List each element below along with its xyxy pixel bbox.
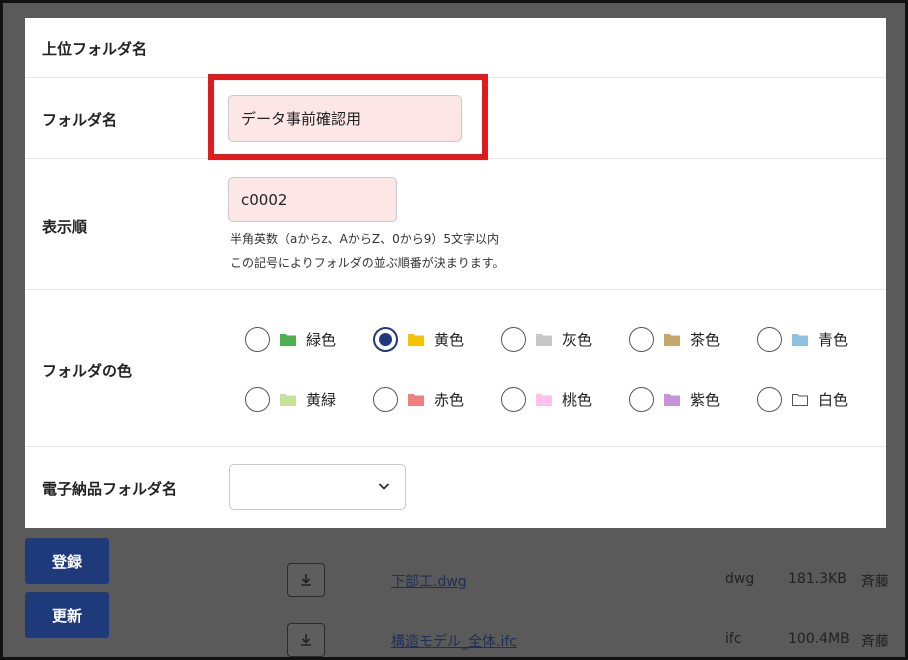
file-link[interactable]: 構造モデル_全体.ifc xyxy=(391,631,517,651)
folder-color-label: フォルダの色 xyxy=(42,362,133,380)
parent-folder-label: 上位フォルダ名 xyxy=(42,40,148,58)
file-user: 斉藤 xyxy=(861,634,889,650)
folder-icon xyxy=(536,333,552,346)
file-user: 斉藤 xyxy=(861,574,889,590)
download-icon[interactable] xyxy=(287,623,325,657)
color-option[interactable]: 紫色 xyxy=(629,385,720,413)
color-option[interactable]: 青色 xyxy=(757,325,848,353)
color-label: 緑色 xyxy=(306,330,337,349)
e-delivery-row: 電子納品フォルダ名 xyxy=(25,447,886,528)
parent-folder-row: 上位フォルダ名 xyxy=(25,18,886,78)
e-delivery-label: 電子納品フォルダ名 xyxy=(42,480,178,498)
color-option[interactable]: 黄緑 xyxy=(245,385,336,413)
color-option[interactable]: 緑色 xyxy=(245,325,336,353)
folder-name-label: フォルダ名 xyxy=(42,111,118,129)
folder-icon xyxy=(664,393,680,406)
folder-icon xyxy=(792,393,808,406)
color-label: 黄色 xyxy=(434,330,465,349)
display-order-label: 表示順 xyxy=(42,218,88,236)
highlight-box xyxy=(208,74,488,160)
file-ext: dwg xyxy=(725,571,755,587)
display-order-hint: 半角英数（aからz、AからZ、0から9）5文字以内 xyxy=(230,232,499,246)
color-label: 黄緑 xyxy=(306,390,337,409)
color-radio[interactable] xyxy=(501,326,526,352)
update-button[interactable]: 更新 xyxy=(25,592,109,638)
color-label: 紫色 xyxy=(690,390,721,409)
folder-icon xyxy=(408,333,424,346)
color-label: 白色 xyxy=(818,390,849,409)
chevron-down-icon xyxy=(378,483,390,490)
file-ext: ifc xyxy=(725,631,742,647)
file-size: 100.4MB xyxy=(788,631,850,647)
file-size: 181.3KB xyxy=(788,571,847,587)
display-order-input[interactable]: c0002 xyxy=(228,177,397,222)
color-radio[interactable] xyxy=(757,326,782,352)
color-radio[interactable] xyxy=(757,386,782,412)
folder-icon xyxy=(664,333,680,346)
color-radio[interactable] xyxy=(245,386,270,412)
color-label: 灰色 xyxy=(562,330,593,349)
color-label: 茶色 xyxy=(690,330,721,349)
color-option[interactable]: 茶色 xyxy=(629,325,720,353)
color-option[interactable]: 桃色 xyxy=(501,385,592,413)
file-link[interactable]: 下部工.dwg xyxy=(391,571,467,591)
folder-color-row: フォルダの色 xyxy=(25,290,886,447)
register-button[interactable]: 登録 xyxy=(25,538,109,584)
folder-icon xyxy=(408,393,424,406)
screen-frame: 登録 更新 下部工.dwg dwg 181.3KB 斉藤 構造モデル_全体.if… xyxy=(0,0,908,660)
color-label: 青色 xyxy=(818,330,849,349)
color-option[interactable]: 赤色 xyxy=(373,385,464,413)
color-option[interactable]: 灰色 xyxy=(501,325,592,353)
folder-edit-modal: 上位フォルダ名 フォルダ名 データ事前確認用 表示順 c0002 半角英数（aか… xyxy=(25,18,886,528)
color-radio[interactable] xyxy=(373,386,398,412)
color-radio[interactable] xyxy=(245,326,270,352)
folder-icon xyxy=(280,333,296,346)
download-icon[interactable] xyxy=(287,563,325,597)
color-radio[interactable] xyxy=(373,326,398,352)
display-order-hint: この記号によりフォルダの並ぶ順番が決まります。 xyxy=(230,256,505,270)
folder-icon xyxy=(280,393,296,406)
e-delivery-select[interactable] xyxy=(229,464,406,510)
color-label: 桃色 xyxy=(562,390,593,409)
folder-icon xyxy=(536,393,552,406)
color-radio[interactable] xyxy=(629,326,654,352)
color-radio[interactable] xyxy=(629,386,654,412)
color-label: 赤色 xyxy=(434,390,465,409)
folder-icon xyxy=(792,333,808,346)
color-option[interactable]: 白色 xyxy=(757,385,848,413)
color-option[interactable]: 黄色 xyxy=(373,325,464,353)
color-radio[interactable] xyxy=(501,386,526,412)
